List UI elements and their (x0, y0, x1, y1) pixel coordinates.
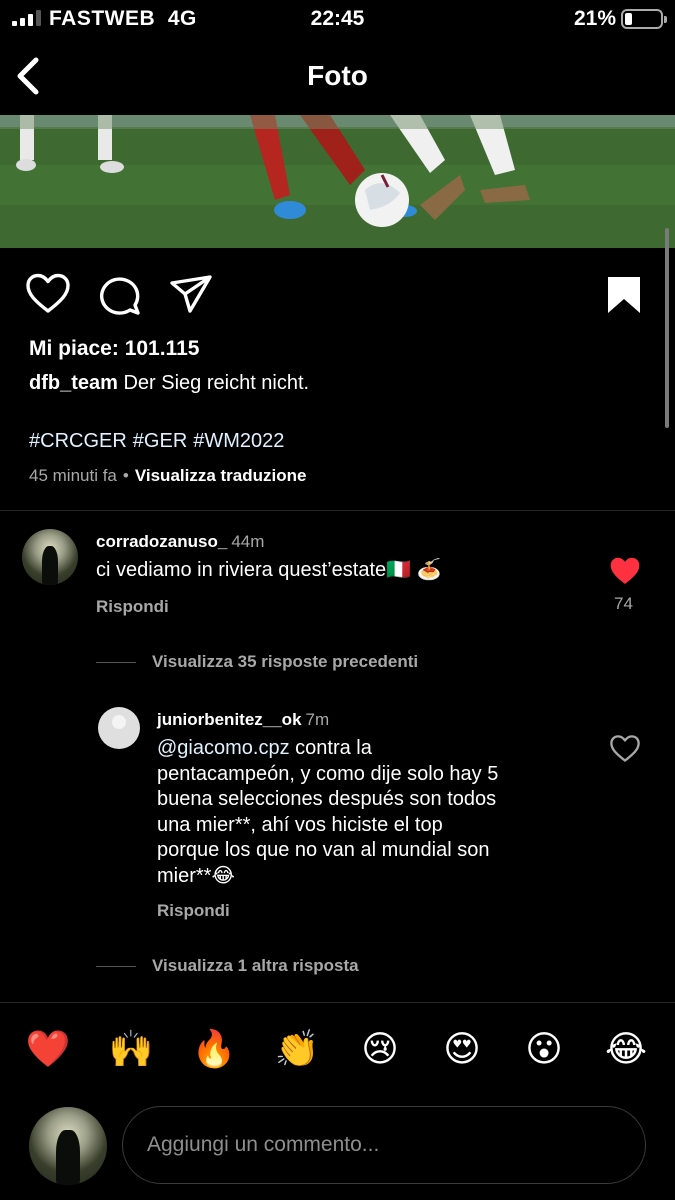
view-more-replies[interactable]: Visualizza 1 altra risposta (96, 956, 359, 976)
back-button[interactable] (10, 54, 48, 98)
reply-button[interactable]: Rispondi (157, 901, 230, 921)
emoji-crying[interactable]: 😢 (356, 1026, 404, 1074)
battery-icon (621, 9, 667, 29)
post-action-bar (0, 268, 675, 318)
quick-reaction-bar: ❤️ 🙌 🔥 👏 😢 😍 😮 😂 (0, 1026, 675, 1076)
comment-like-count: 74 (614, 594, 633, 613)
divider (0, 510, 675, 511)
post-timestamp: 45 minuti fa (29, 466, 117, 485)
chevron-left-icon (17, 57, 39, 95)
comment-time: 7m (305, 710, 330, 729)
view-replies-label: Visualizza 35 risposte precedenti (152, 652, 419, 671)
battery-percent: 21% (573, 7, 616, 30)
user-mention[interactable]: @giacomo.cpz (157, 737, 290, 759)
post-photo[interactable] (0, 115, 675, 248)
like-button[interactable] (25, 272, 71, 316)
caption-text: Der Sieg reicht nicht. (123, 372, 310, 394)
emoji-heart-eyes[interactable]: 😍 (438, 1026, 486, 1074)
comment-time: 44m (231, 532, 265, 551)
comment-text-line: pentacampeón, y como dije solo hay 5 (157, 762, 499, 785)
divider (0, 1002, 675, 1003)
hashtag[interactable]: #WM2022 (193, 430, 284, 452)
likes-count[interactable]: Mi piace: 101.115 (29, 337, 199, 361)
comment-text: @giacomo.cpz contra la pentacampeón, y c… (157, 736, 577, 889)
comment-text-line: mier**😂 (157, 864, 235, 887)
emoji-heart[interactable]: ❤️ (24, 1026, 72, 1074)
post-meta: 45 minuti fa • Visualizza traduzione (29, 466, 307, 485)
heart-filled-icon (610, 557, 640, 584)
emoji-raised-hands[interactable]: 🙌 (107, 1026, 155, 1074)
comment-text-line: una mier**, ahí vos hiciste el top (157, 813, 443, 836)
caption-author[interactable]: dfb_team (29, 372, 118, 394)
comment-text-line: contra la (295, 737, 372, 759)
top-nav-bar: Foto (0, 40, 675, 112)
bookmark-icon (608, 277, 640, 313)
emoji-clapping[interactable]: 👏 (273, 1026, 321, 1074)
comment-text-line: buena selecciones después son todos (157, 788, 497, 810)
scrollbar[interactable] (665, 228, 669, 428)
status-bar: FASTWEB 4G 22:45 21% (0, 0, 675, 38)
heart-icon (610, 735, 640, 762)
view-previous-replies[interactable]: Visualizza 35 risposte precedenti (96, 652, 418, 672)
comment-icon (99, 277, 140, 315)
heart-icon (26, 273, 70, 313)
comment-text-line: porque los que no van al mundial son (157, 839, 490, 861)
emoji-laughing[interactable]: 😂 (602, 1026, 650, 1074)
hashtag-list: #CRCGER #GER #WM2022 (29, 430, 290, 453)
emoji-fire[interactable]: 🔥 (190, 1026, 238, 1074)
current-user-avatar (29, 1107, 107, 1185)
save-button[interactable] (601, 272, 647, 316)
post-caption: dfb_team Der Sieg reicht nicht. (29, 372, 309, 395)
post-photo-image (0, 115, 675, 248)
comment-composer (122, 1106, 646, 1184)
comment-username[interactable]: corradozanuso_ (96, 532, 227, 551)
page-title: Foto (307, 60, 368, 91)
comment-like-button[interactable] (609, 556, 641, 586)
avatar[interactable] (98, 707, 140, 749)
comment-text: ci vediamo in riviera quest’estate🇮🇹 🍝 (96, 559, 442, 581)
comment-header: corradozanuso_ 44m (96, 532, 264, 552)
comment-username[interactable]: juniorbenitez__ok (157, 710, 302, 729)
comment-button[interactable] (97, 272, 143, 316)
view-replies-label: Visualizza 1 altra risposta (152, 956, 359, 975)
share-icon (170, 275, 212, 313)
share-button[interactable] (168, 272, 214, 316)
comment-input[interactable] (147, 1107, 617, 1182)
avatar[interactable] (22, 529, 78, 585)
see-translation-link[interactable]: Visualizza traduzione (135, 466, 307, 485)
comment-header: juniorbenitez__ok 7m (157, 710, 329, 730)
emoji-surprised[interactable]: 😮 (520, 1026, 568, 1074)
comment-like-button[interactable] (609, 734, 641, 764)
hashtag[interactable]: #CRCGER (29, 430, 127, 452)
hashtag[interactable]: #GER (133, 430, 187, 452)
reply-button[interactable]: Rispondi (96, 597, 169, 617)
